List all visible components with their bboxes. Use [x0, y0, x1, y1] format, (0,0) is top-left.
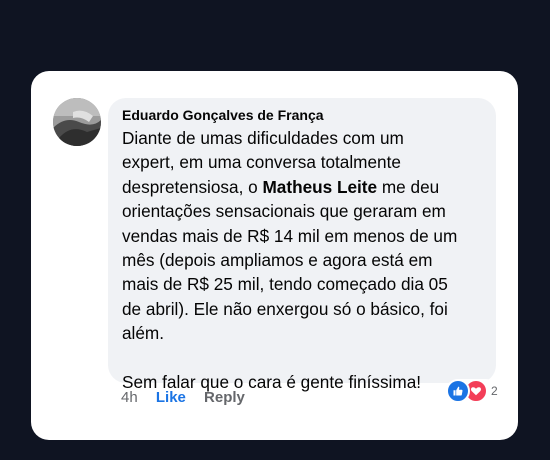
like-icon	[446, 379, 470, 403]
comment-text: Diante de umas dificuldades com um expert…	[122, 126, 490, 394]
comment-line-text: me deu	[377, 176, 440, 197]
reaction-count: 2	[491, 384, 498, 398]
comment-line: despretensiosa, o Matheus Leite me deu	[122, 175, 490, 199]
comment-line: de abril). Ele não enxergou só o básico,…	[122, 298, 448, 319]
like-button[interactable]: Like	[156, 389, 186, 406]
comment-line: Diante de umas dificuldades com um	[122, 128, 404, 148]
avatar[interactable]	[53, 98, 101, 146]
comment-line: vendas mais de R$ 14 mil em menos de um	[122, 225, 458, 246]
comment-line: além.	[122, 323, 165, 344]
comment-line: mais de R$ 25 mil, tendo começado dia 05	[122, 274, 448, 295]
avatar-photo	[53, 98, 101, 146]
comment-timestamp[interactable]: 4h	[121, 389, 138, 406]
comment-bubble: Eduardo Gonçalves de França Diante de um…	[108, 98, 496, 392]
comment-line: expert, em uma conversa totalmente	[122, 152, 401, 173]
reply-button[interactable]: Reply	[204, 389, 245, 406]
comment-card: Eduardo Gonçalves de França Diante de um…	[31, 71, 518, 440]
comment-author[interactable]: Eduardo Gonçalves de França	[122, 107, 324, 123]
comment-line: mês (depois ampliamos e agora está em	[122, 250, 433, 271]
comment-line: orientações sensacionais que geraram em	[122, 201, 446, 222]
comment-actions: 4h Like Reply	[121, 389, 259, 406]
mention-link[interactable]: Matheus Leite	[262, 177, 377, 197]
reactions-summary[interactable]: 2	[446, 379, 498, 403]
comment-line-text: despretensiosa, o	[122, 176, 263, 197]
